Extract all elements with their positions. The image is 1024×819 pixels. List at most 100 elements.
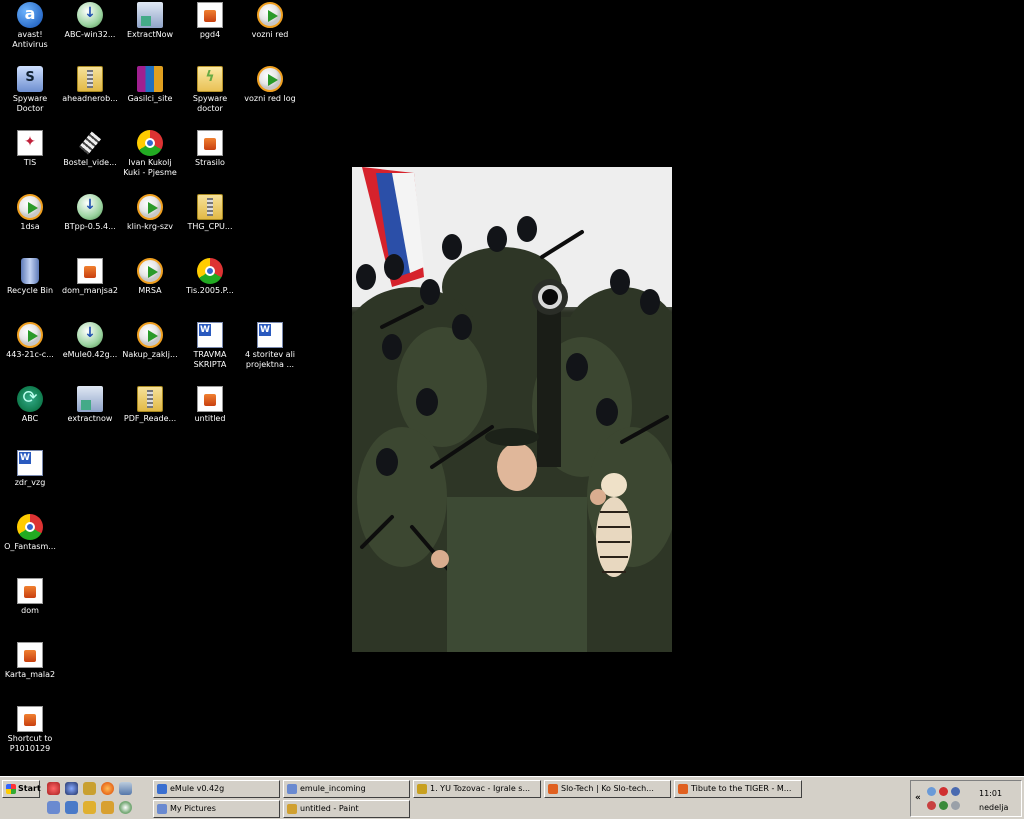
- tray-network-icon[interactable]: [927, 787, 936, 796]
- desktop-icon[interactable]: vozni red: [240, 0, 300, 40]
- desktop-icon-label: Tis.2005.P...: [186, 286, 234, 295]
- desktop-icon[interactable]: avast! Antivirus: [0, 0, 60, 50]
- desktop-icon[interactable]: Strasilo: [180, 128, 240, 168]
- desktop-icon[interactable]: vozni red log: [240, 64, 300, 104]
- desktop-icon[interactable]: Recycle Bin: [0, 256, 60, 296]
- desktop-icon[interactable]: Shortcut to P1010129: [0, 704, 60, 754]
- extract-icon: [77, 386, 103, 412]
- quick-launch-firefox-icon[interactable]: [101, 782, 114, 795]
- desktop-icon[interactable]: eMule0.42g...: [60, 320, 120, 360]
- desktop-icon-label: Shortcut to P1010129: [7, 734, 53, 753]
- setup-icon: [77, 322, 103, 348]
- desktop-icon-label: O_Fantasm...: [4, 542, 56, 551]
- desktop-icon-label: 4 storitev ali projektna ...: [244, 350, 296, 369]
- tray-antivirus-icon[interactable]: [939, 801, 948, 810]
- desktop-icon[interactable]: THG_CPU...: [180, 192, 240, 232]
- quick-launch-player-icon[interactable]: [119, 801, 132, 814]
- task-label: 1. YU Tozovac - Igrale s...: [430, 784, 531, 793]
- quick-launch-paint-icon[interactable]: [101, 801, 114, 814]
- system-tray: « 11:01 nedelja: [910, 780, 1022, 817]
- extract-icon: [137, 2, 163, 28]
- desktop-icon[interactable]: pgd4: [180, 0, 240, 40]
- desktop-icon-label: dom_manjsa2: [62, 286, 118, 295]
- desktop-icon[interactable]: Ivan Kukolj Kuki - Pjesme: [120, 128, 180, 178]
- desktop-icon-label: vozni red log: [244, 94, 296, 103]
- desktop-icon-label: zdr_vzg: [14, 478, 46, 487]
- desktop-icon-label: aheadnerob...: [62, 94, 118, 103]
- task-emule[interactable]: eMule v0.42g: [153, 780, 280, 798]
- quick-launch-desktop-icon[interactable]: [119, 782, 132, 795]
- desktop-icon[interactable]: BTpp-0.5.4...: [60, 192, 120, 232]
- desktop-icon-label: 1dsa: [20, 222, 40, 231]
- chrome-icon: [17, 514, 43, 540]
- desktop-icon[interactable]: ABC: [0, 384, 60, 424]
- document-icon: [17, 706, 43, 732]
- task-slo-tech[interactable]: Slo-Tech | Ko Slo-tech...: [544, 780, 671, 798]
- desktop-icon-label: Recycle Bin: [6, 286, 54, 295]
- tray-volume-icon[interactable]: [951, 801, 960, 810]
- quick-launch-folder-icon[interactable]: [47, 801, 60, 814]
- desktop-icon[interactable]: PDF_Reade...: [120, 384, 180, 424]
- task-label: My Pictures: [170, 804, 216, 813]
- desktop-icon-label: Strasilo: [195, 158, 225, 167]
- desktop-icon[interactable]: Nakup_zaklj...: [120, 320, 180, 360]
- task-winamp[interactable]: 1. YU Tozovac - Igrale s...: [413, 780, 541, 798]
- firefox-icon: [678, 784, 688, 794]
- quick-launch-explorer-icon[interactable]: [65, 801, 78, 814]
- desktop-icon[interactable]: Spyware doctor: [180, 64, 240, 114]
- desktop-icon[interactable]: Tis.2005.P...: [180, 256, 240, 296]
- desktop-icon[interactable]: Gasilci_site: [120, 64, 180, 104]
- desktop-icon[interactable]: TIS: [0, 128, 60, 168]
- tray-alert-icon[interactable]: [927, 801, 936, 810]
- task-paint[interactable]: untitled - Paint: [283, 800, 410, 818]
- desktop-icon[interactable]: untitled: [180, 384, 240, 424]
- quick-launch-tool-icon[interactable]: [83, 801, 96, 814]
- desktop-icon[interactable]: 1dsa: [0, 192, 60, 232]
- quick-launch-winamp-icon[interactable]: [83, 782, 96, 795]
- desktop-icon[interactable]: Karta_mala2: [0, 640, 60, 680]
- start-button[interactable]: Start: [2, 780, 41, 798]
- tray-avast-icon[interactable]: [951, 787, 960, 796]
- desktop-icon-label: Nakup_zaklj...: [122, 350, 178, 359]
- word-icon: [17, 450, 43, 476]
- desktop-icon-label: untitled: [194, 414, 226, 423]
- desktop-icon-label: MRSA: [138, 286, 162, 295]
- film-icon: [77, 130, 103, 156]
- desktop-icon[interactable]: ExtractNow: [120, 0, 180, 40]
- desktop-icon[interactable]: zdr_vzg: [0, 448, 60, 488]
- desktop-icon[interactable]: ABC-win32...: [60, 0, 120, 40]
- desktop-icon-label: TRAVMA SKRIPTA: [193, 350, 227, 369]
- desktop-icon[interactable]: klin-krg-szv: [120, 192, 180, 232]
- task-tribute-tiger[interactable]: Tibute to the TIGER - M...: [674, 780, 802, 798]
- desktop-icon[interactable]: extractnow: [60, 384, 120, 424]
- desktop-icon[interactable]: Spyware Doctor: [0, 64, 60, 114]
- desktop-icon[interactable]: O_Fantasm...: [0, 512, 60, 552]
- desktop-icon-label: BTpp-0.5.4...: [64, 222, 116, 231]
- avast-icon: [17, 2, 43, 28]
- quick-launch-opera-icon[interactable]: [47, 782, 60, 795]
- tray-security-icon[interactable]: [939, 787, 948, 796]
- desktop-icon-label: Gasilci_site: [127, 94, 173, 103]
- winamp-icon: [417, 784, 427, 794]
- desktop-icon[interactable]: dom: [0, 576, 60, 616]
- desktop-icon-label: pgd4: [199, 30, 221, 39]
- desktop-icon[interactable]: aheadnerob...: [60, 64, 120, 104]
- task-my-pictures[interactable]: My Pictures: [153, 800, 280, 818]
- desktop-icon[interactable]: 443-21c-c...: [0, 320, 60, 360]
- desktop-icon-label: THG_CPU...: [187, 222, 233, 231]
- desktop-icon-label: vozni red: [251, 30, 289, 39]
- desktop-icon-label: PDF_Reade...: [123, 414, 177, 423]
- desktop-icon-label: Spyware doctor: [192, 94, 228, 113]
- clock-time[interactable]: 11:01: [979, 789, 1002, 798]
- quick-launch-media-icon[interactable]: [65, 782, 78, 795]
- start-label: Start: [18, 784, 41, 793]
- desktop-icon[interactable]: Bostel_vide...: [60, 128, 120, 168]
- desktop-icon[interactable]: TRAVMA SKRIPTA: [180, 320, 240, 370]
- desktop: avast! Antivirus ABC-win32... ExtractNow pg…: [0, 0, 1024, 776]
- desktop-icon-label: Karta_mala2: [4, 670, 56, 679]
- tray-expand-chevron-icon[interactable]: «: [915, 793, 921, 803]
- desktop-icon[interactable]: 4 storitev ali projektna ...: [240, 320, 300, 370]
- desktop-icon[interactable]: MRSA: [120, 256, 180, 296]
- task-emule-incoming[interactable]: emule_incoming: [283, 780, 410, 798]
- desktop-icon[interactable]: dom_manjsa2: [60, 256, 120, 296]
